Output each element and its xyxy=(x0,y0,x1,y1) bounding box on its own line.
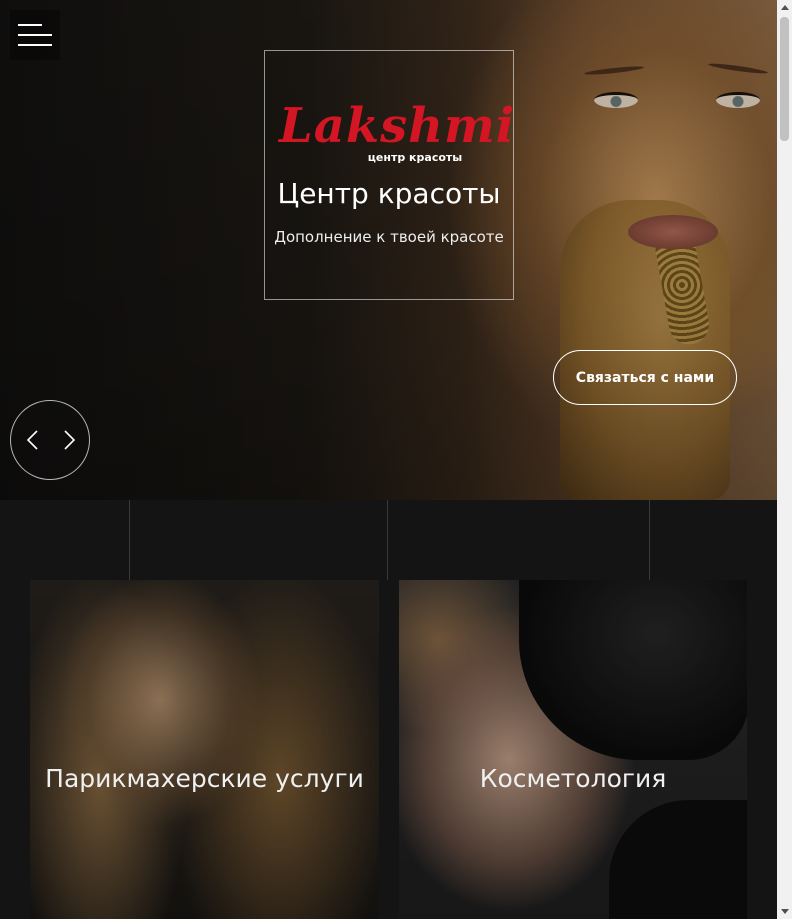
logo-wordmark: Lakshmi xyxy=(279,98,516,154)
chevron-right-icon[interactable] xyxy=(57,429,79,451)
hero-title: Центр красоты xyxy=(277,177,501,210)
chevron-left-icon[interactable] xyxy=(23,429,45,451)
page-scrollbar[interactable] xyxy=(777,0,792,919)
contact-us-button[interactable]: Связаться с нами xyxy=(553,350,737,405)
service-card-title: Парикмахерские услуги xyxy=(45,764,364,793)
hero-slider: Lakshmi центр красоты Центр красоты Допо… xyxy=(0,0,777,500)
service-card-hair[interactable]: Парикмахерские услуги xyxy=(30,580,379,919)
page: Lakshmi центр красоты Центр красоты Допо… xyxy=(0,0,792,919)
scroll-down-arrow-icon[interactable] xyxy=(777,904,792,919)
scroll-up-arrow-icon[interactable] xyxy=(777,0,792,15)
slider-controls xyxy=(10,400,90,480)
hamburger-menu-icon[interactable] xyxy=(10,10,60,60)
hero-subtitle: Дополнение к твоей красоте xyxy=(274,228,504,246)
divider xyxy=(129,500,130,580)
scrollbar-thumb[interactable] xyxy=(780,17,789,141)
divider xyxy=(649,500,650,580)
brand-box: Lakshmi центр красоты Центр красоты Допо… xyxy=(264,50,514,300)
service-card-title: Косметология xyxy=(479,764,667,793)
service-card-cosmetology[interactable]: Косметология xyxy=(399,580,747,919)
logo[interactable]: Lakshmi центр красоты xyxy=(279,98,516,171)
divider xyxy=(387,500,388,580)
